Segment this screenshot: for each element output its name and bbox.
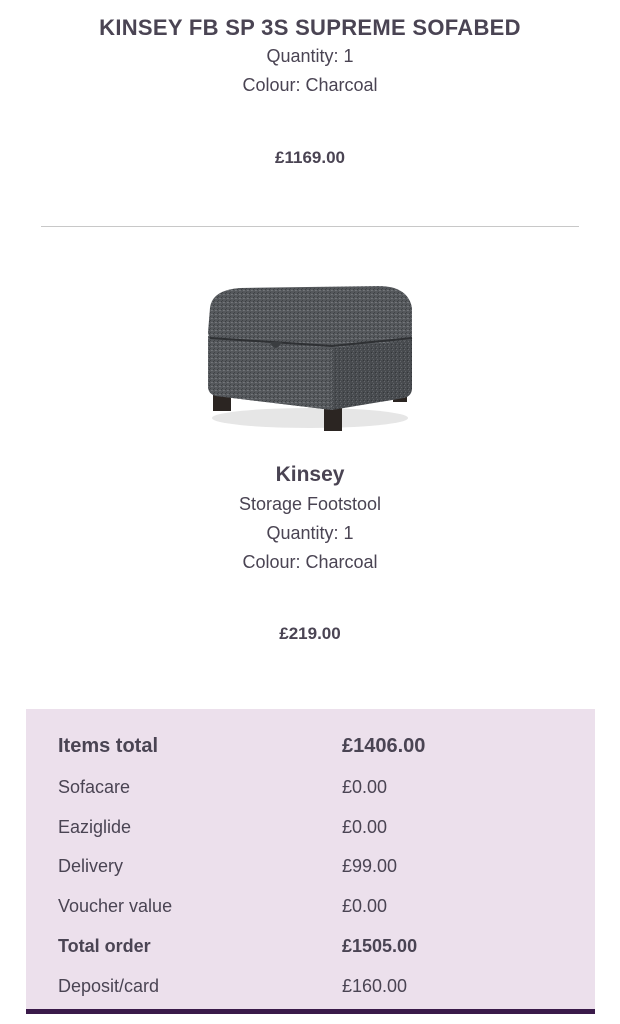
product-quantity: Quantity: 1: [266, 46, 354, 66]
summary-value: £1406.00: [342, 735, 426, 757]
footstool-image: [208, 286, 413, 431]
summary-label: Items total: [58, 735, 159, 757]
summary-value: £1505.00: [342, 936, 418, 956]
summary-label: Deposit/card: [58, 976, 160, 996]
summary-row-items-total: Items total £1406.00: [58, 731, 578, 761]
product-price: £1169.00: [275, 148, 345, 167]
product-footstool: Kinsey Storage Footstool Quantity: 1 Col…: [0, 460, 620, 643]
summary-value: £160.00: [342, 976, 408, 996]
product-price: £219.00: [279, 624, 341, 643]
product-title: KINSEY FB SP 3S SUPREME SOFABED: [99, 15, 521, 40]
summary-label: Delivery: [58, 856, 124, 876]
summary-value: £0.00: [342, 777, 388, 797]
summary-value: £0.00: [342, 817, 388, 837]
summary-label: Eaziglide: [58, 817, 132, 837]
divider: [41, 226, 579, 227]
product-colour: Colour: Charcoal: [242, 552, 378, 572]
product-sofabed: KINSEY FB SP 3S SUPREME SOFABED Quantity…: [0, 14, 620, 167]
summary-value: £99.00: [342, 856, 398, 876]
summary-row-voucher: Voucher value £0.00: [58, 891, 578, 921]
summary-row-total-order: Total order £1505.00: [58, 931, 578, 961]
summary-row-delivery: Delivery £99.00: [58, 851, 578, 881]
summary-row-sofacare: Sofacare £0.00: [58, 772, 578, 802]
product-quantity: Quantity: 1: [266, 523, 354, 543]
product-colour: Colour: Charcoal: [242, 75, 378, 95]
summary-label: Voucher value: [58, 896, 173, 916]
summary-row-deposit: Deposit/card £160.00: [58, 971, 578, 1001]
order-summary: Items total £1406.00 Sofacare £0.00 Eazi…: [26, 709, 595, 1014]
summary-row-eaziglide: Eaziglide £0.00: [58, 812, 578, 842]
summary-value: £0.00: [342, 896, 388, 916]
product-name: Kinsey: [275, 463, 345, 486]
summary-label: Total order: [58, 936, 151, 956]
summary-label: Sofacare: [58, 777, 131, 797]
product-subtitle: Storage Footstool: [238, 494, 382, 514]
